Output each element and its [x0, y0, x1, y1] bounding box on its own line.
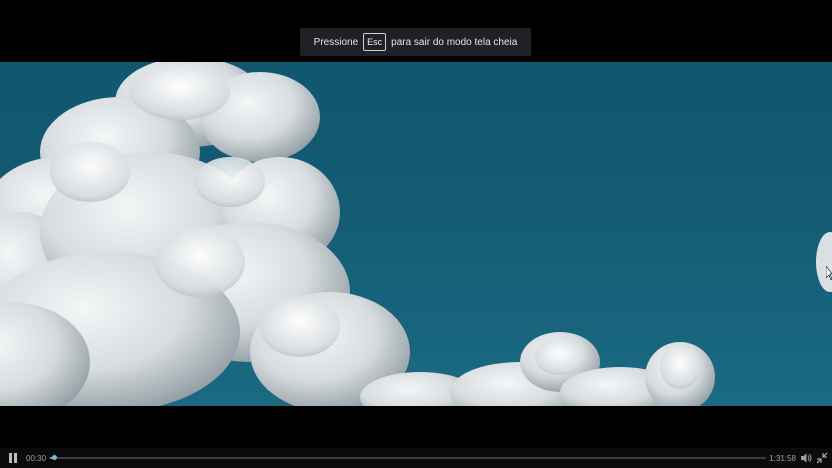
exit-fullscreen-button[interactable] — [816, 452, 828, 464]
current-time: 00:30 — [26, 454, 47, 463]
seek-bar[interactable] — [50, 455, 766, 460]
seek-handle[interactable] — [51, 455, 57, 460]
hint-text-before: Pressione — [313, 36, 359, 48]
hint-text-after: para sair do modo tela cheia — [391, 36, 518, 48]
exit-fullscreen-icon — [816, 452, 828, 464]
duration: 1:31:58 — [769, 454, 796, 463]
volume-button[interactable] — [800, 452, 812, 464]
pause-button[interactable] — [8, 453, 18, 463]
mouse-cursor-icon — [826, 266, 832, 280]
esc-key: Esc — [363, 33, 387, 51]
cloud-scene — [0, 62, 832, 406]
volume-icon — [801, 453, 812, 463]
video-frame[interactable] — [0, 62, 832, 406]
player-controls: 00:30 1:31:58 — [0, 448, 832, 468]
fullscreen-exit-hint: Pressione Esc para sair do modo tela che… — [300, 28, 531, 56]
